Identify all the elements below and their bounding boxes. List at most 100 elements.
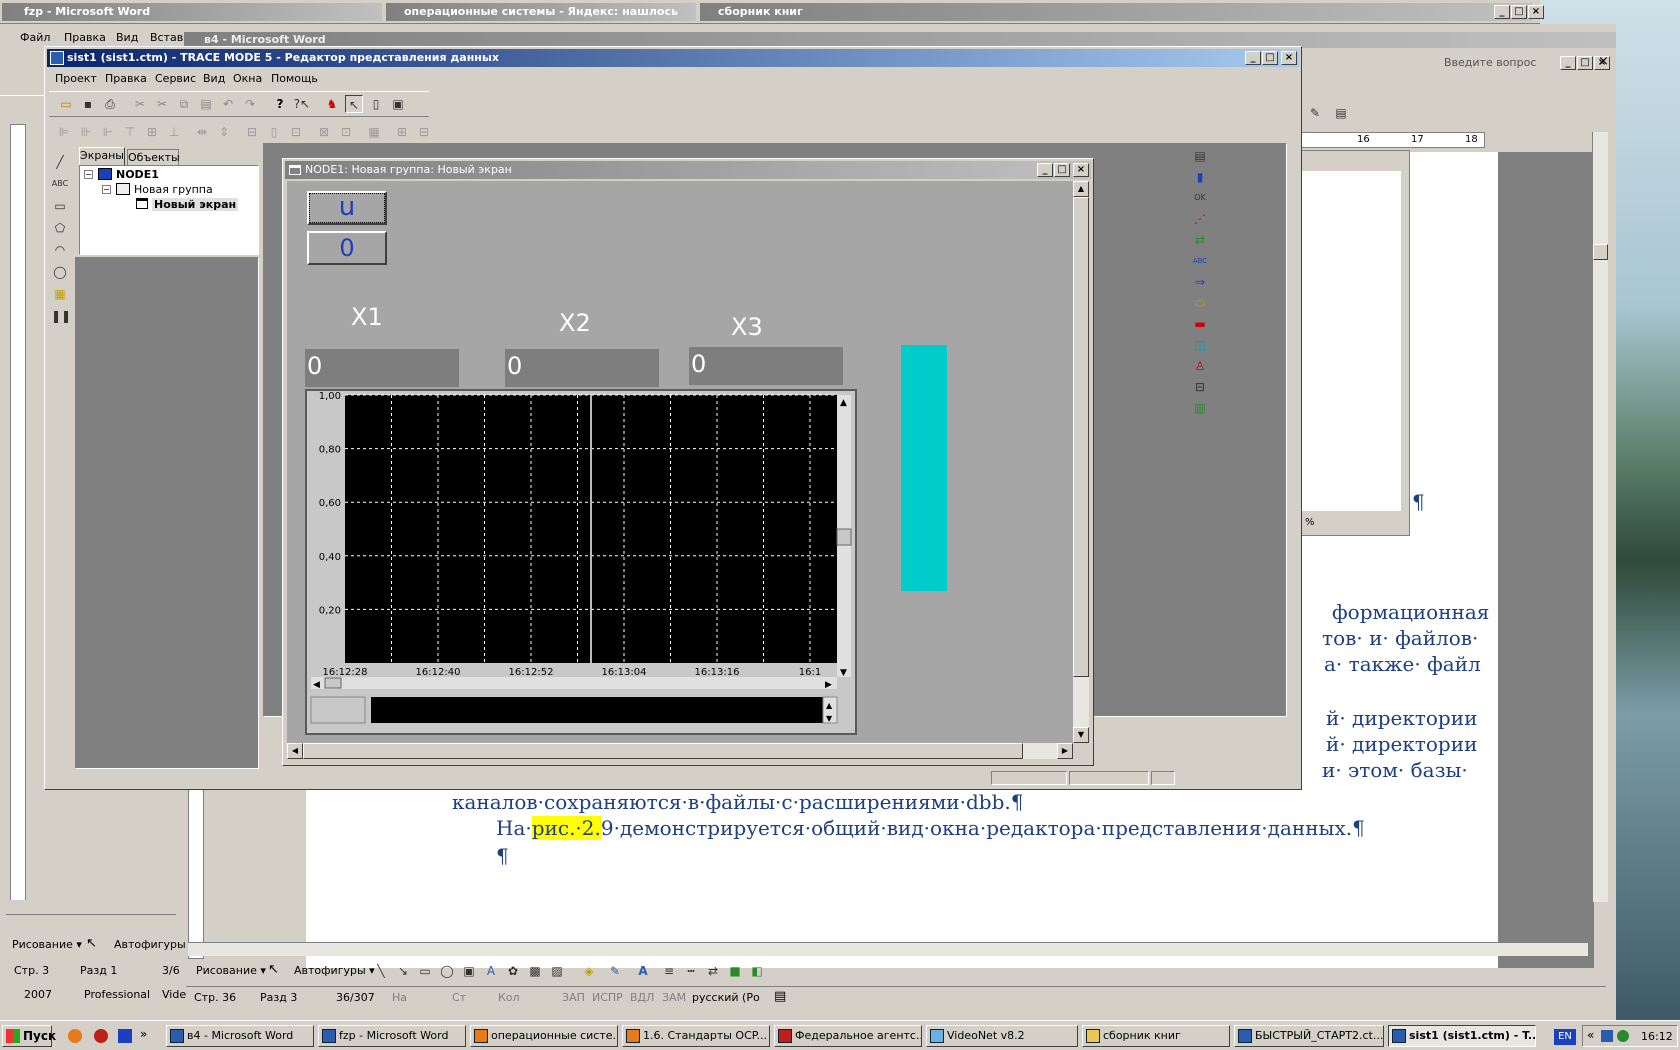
- tool-9[interactable]: ▬: [1191, 315, 1209, 333]
- arrow-icon[interactable]: ↘: [394, 962, 412, 980]
- tool-1[interactable]: ▤: [1191, 147, 1209, 165]
- line-style-icon[interactable]: ≡: [660, 962, 678, 980]
- tool-5[interactable]: ⇄: [1191, 231, 1209, 249]
- status-ext[interactable]: ВДЛ: [630, 991, 654, 1004]
- shadow-icon[interactable]: ■: [726, 962, 744, 980]
- child-vscroll[interactable]: ▲ ▼: [1073, 181, 1089, 743]
- tab-screens[interactable]: Экраны: [79, 147, 125, 165]
- scissors-icon[interactable]: ✂: [153, 95, 171, 113]
- same-width-icon[interactable]: ⊟: [243, 123, 261, 141]
- align-middle-icon[interactable]: ⊞: [143, 123, 161, 141]
- align-right-icon[interactable]: ⊩: [99, 123, 117, 141]
- oval-icon[interactable]: ◯: [438, 962, 456, 980]
- paste-icon[interactable]: ▤: [197, 95, 215, 113]
- tool-2[interactable]: ▮: [1191, 168, 1209, 186]
- menu-file[interactable]: Файл: [20, 28, 50, 48]
- trace-minimize-icon[interactable]: _: [1245, 51, 1261, 65]
- fzp-autoshapes[interactable]: Автофигуры: [114, 938, 186, 951]
- clipart-icon[interactable]: ▩: [526, 962, 544, 980]
- menu-insert[interactable]: Встав: [150, 28, 183, 48]
- arrow-style-icon[interactable]: ⇄: [704, 962, 722, 980]
- font-color-icon[interactable]: A: [634, 962, 652, 980]
- child-vscroll-up[interactable]: ▲: [1073, 181, 1089, 197]
- menu-edit[interactable]: Правка: [64, 28, 106, 48]
- ungroup-icon[interactable]: ⊟: [415, 123, 433, 141]
- group-icon[interactable]: ⊞: [393, 123, 411, 141]
- word-vertical-scrollbar[interactable]: [1592, 132, 1608, 902]
- same-size-icon[interactable]: ⊡: [287, 123, 305, 141]
- tree-group[interactable]: Новая группа: [134, 183, 213, 196]
- scroll-thumb[interactable]: [1593, 244, 1608, 260]
- textbox-icon[interactable]: ▣: [460, 962, 478, 980]
- drawing-menu[interactable]: Рисование ▾: [196, 964, 266, 977]
- pause-tool-icon[interactable]: ❚❚: [51, 307, 71, 325]
- line-icon[interactable]: ╲: [372, 962, 390, 980]
- arc-tool-icon[interactable]: ◠: [51, 241, 69, 259]
- menu-view[interactable]: Вид: [203, 69, 225, 89]
- tray-volume-icon[interactable]: [1617, 1030, 1629, 1042]
- pointer-icon[interactable]: ↖: [345, 95, 363, 113]
- tool-12[interactable]: ⊟: [1191, 378, 1209, 396]
- undo-icon[interactable]: ↶: [219, 95, 237, 113]
- trace-close-icon[interactable]: ×: [1281, 51, 1297, 65]
- tool-ok[interactable]: OK: [1191, 189, 1209, 207]
- copy-icon[interactable]: ⧉: [175, 95, 193, 113]
- line-color-icon[interactable]: ✎: [606, 962, 624, 980]
- context-help-icon[interactable]: ?↖: [293, 95, 311, 113]
- child-close-icon[interactable]: ×: [1073, 163, 1089, 177]
- rectangle-tool-icon[interactable]: ▭: [51, 197, 69, 215]
- language-indicator[interactable]: EN: [1554, 1029, 1576, 1045]
- run-icon[interactable]: ♞: [323, 95, 341, 113]
- taskbar-item[interactable]: Федеральное агентс...: [774, 1025, 922, 1047]
- menu-edit[interactable]: Правка: [105, 69, 147, 89]
- taskbar-item[interactable]: 1.6. Стандарты OCP...: [622, 1025, 770, 1047]
- diagram-icon[interactable]: ✿: [504, 962, 522, 980]
- same-height-icon[interactable]: ▯: [265, 123, 283, 141]
- help-close-icon[interactable]: ×: [1598, 54, 1609, 69]
- tab-objects[interactable]: Объекты: [127, 149, 180, 165]
- center-v-icon[interactable]: ⊡: [337, 123, 355, 141]
- maximize-icon[interactable]: □: [1511, 5, 1527, 19]
- rectangle-icon[interactable]: ▭: [416, 962, 434, 980]
- fzp-drawing-menu[interactable]: Рисование ▾: [12, 938, 82, 951]
- grid-icon[interactable]: ▦: [365, 123, 383, 141]
- picture-icon[interactable]: ▨: [548, 962, 566, 980]
- frame-icon[interactable]: ▣: [389, 95, 407, 113]
- child-titlebar[interactable]: NODE1: Новая группа: Новый экран: [285, 161, 1091, 179]
- align-top-icon[interactable]: ⊤: [121, 123, 139, 141]
- taskbar-item[interactable]: БЫСТРЫЙ_СТАРТ2.ct...: [1234, 1025, 1384, 1047]
- fzp-pointer-icon[interactable]: ↖: [86, 936, 97, 951]
- child-vscroll-thumb[interactable]: [1073, 197, 1089, 677]
- cut-icon[interactable]: ✂: [131, 95, 149, 113]
- word-fzp-titlebar[interactable]: fzp - Microsoft Word: [2, 3, 382, 21]
- tool-11[interactable]: ♙: [1191, 357, 1209, 375]
- polygon-tool-icon[interactable]: ⬠: [51, 219, 69, 237]
- minimize-icon[interactable]: _: [1494, 5, 1510, 19]
- open-icon[interactable]: ▭: [57, 95, 75, 113]
- taskbar-item[interactable]: fzp - Microsoft Word: [318, 1025, 466, 1047]
- line-tool-icon[interactable]: ╱: [51, 153, 69, 171]
- word-tool-icon[interactable]: ▤: [1332, 104, 1350, 122]
- highlighter-icon[interactable]: ✎: [1306, 104, 1324, 122]
- fill-color-icon[interactable]: ◈: [580, 962, 598, 980]
- ellipse-tool-icon[interactable]: ◯: [51, 263, 69, 281]
- child-hscroll-left[interactable]: ◀: [287, 743, 303, 759]
- zero-button[interactable]: 0: [307, 231, 387, 265]
- center-h-icon[interactable]: ⊠: [315, 123, 333, 141]
- quicklaunch-opera-icon[interactable]: [94, 1029, 108, 1043]
- close-icon[interactable]: ×: [1528, 5, 1544, 19]
- space-h-icon[interactable]: ⇹: [193, 123, 211, 141]
- tool-7[interactable]: ⇒: [1191, 273, 1209, 291]
- page-icon[interactable]: ▯: [367, 95, 385, 113]
- child-minimize-icon[interactable]: _: [1037, 163, 1053, 177]
- align-left-icon[interactable]: ⊫: [55, 123, 73, 141]
- help-icon[interactable]: ?: [271, 95, 289, 113]
- align-center-icon[interactable]: ⊪: [77, 123, 95, 141]
- spelling-icon[interactable]: ▤: [774, 989, 786, 1004]
- save-icon[interactable]: ▪: [79, 95, 97, 113]
- tool-13[interactable]: ▥: [1191, 399, 1209, 417]
- tool-8[interactable]: ⬭: [1191, 294, 1209, 312]
- quicklaunch-expand-icon[interactable]: »: [140, 1027, 147, 1041]
- status-rec[interactable]: ЗАП: [562, 991, 585, 1004]
- menu-project[interactable]: Проект: [55, 69, 97, 89]
